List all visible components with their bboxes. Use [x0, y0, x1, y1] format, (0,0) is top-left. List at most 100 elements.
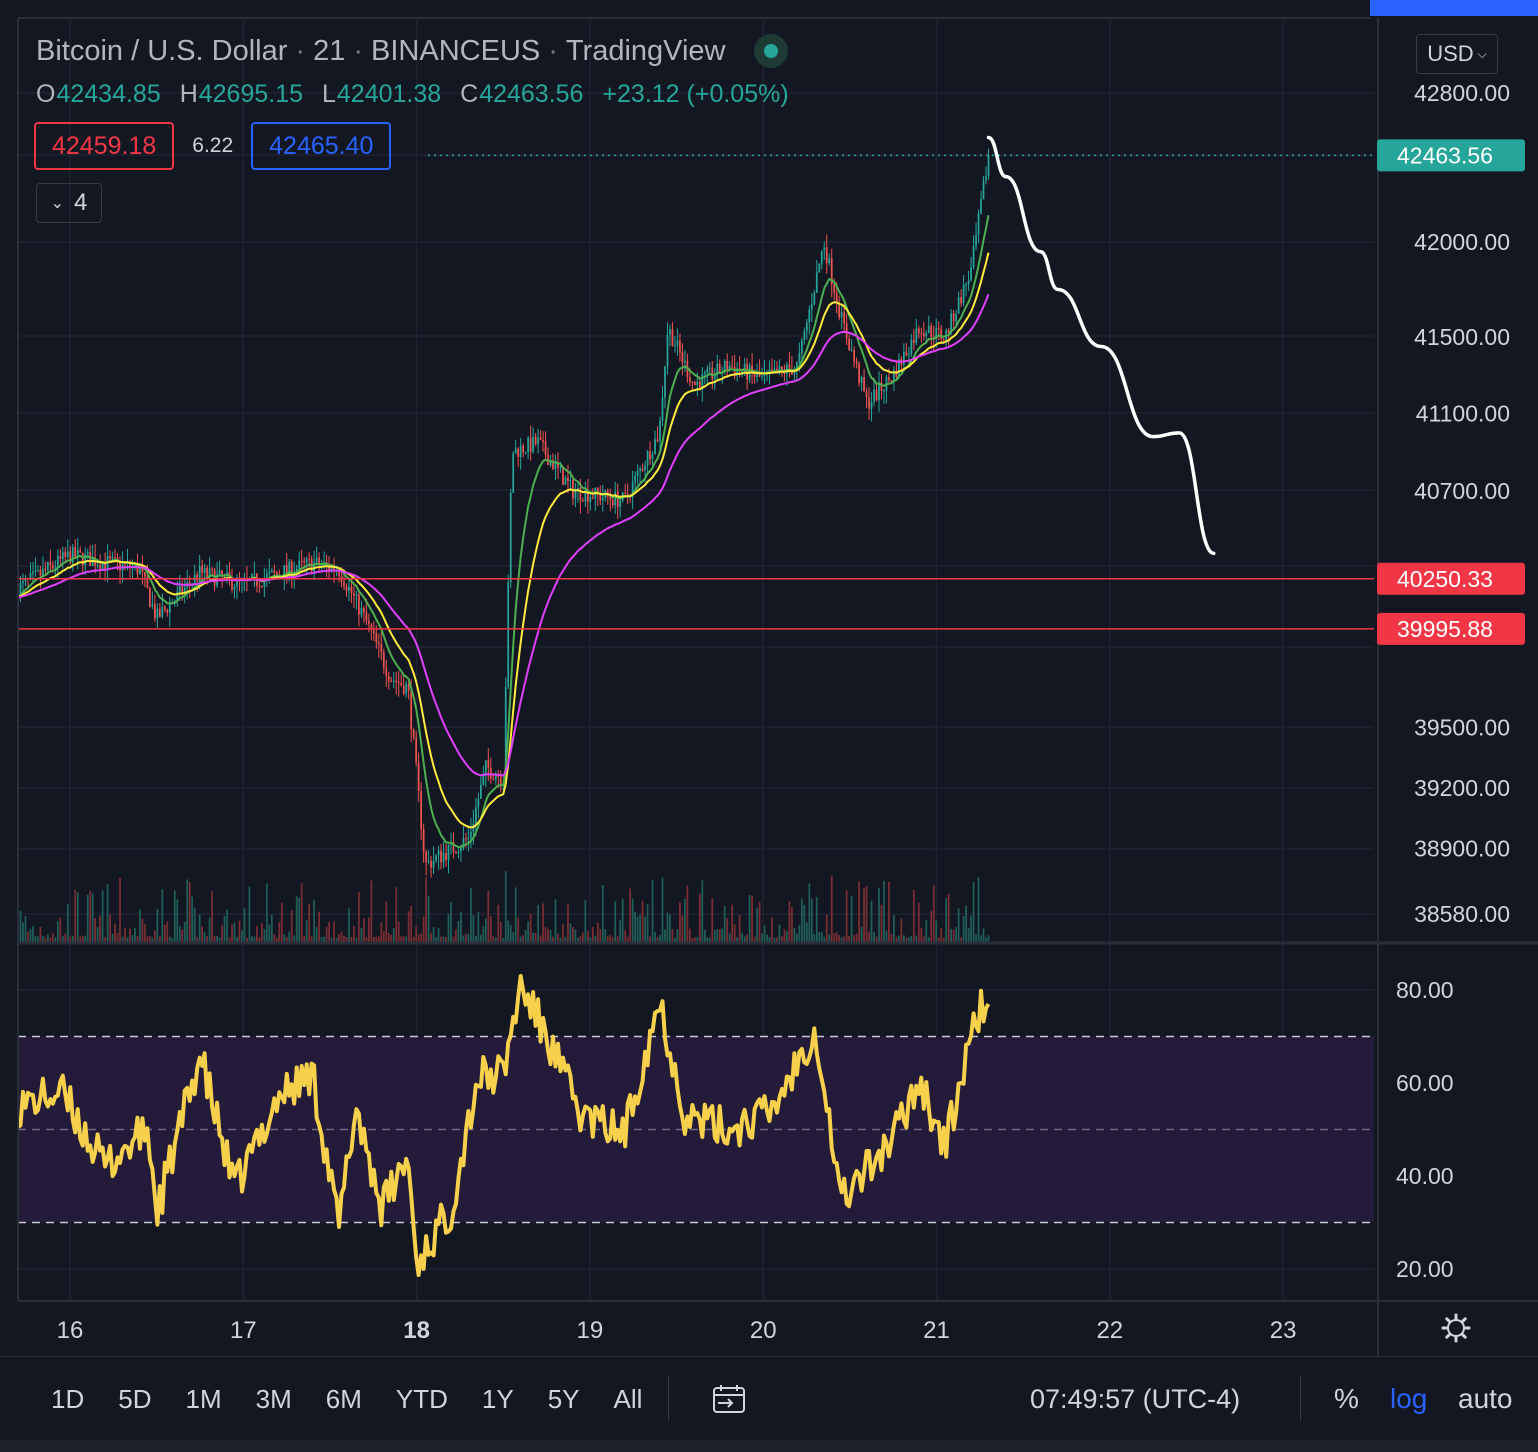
volume-bar	[298, 897, 301, 942]
candle-body	[639, 468, 641, 472]
candle-body	[89, 552, 92, 567]
volume-bar	[860, 926, 863, 942]
buy-button[interactable]: 42465.40	[251, 122, 392, 170]
symbol-title[interactable]: Bitcoin / U.S. Dollar · 21 · BINANCEUS ·…	[36, 34, 801, 68]
separator-dot: ·	[295, 34, 306, 67]
settings-gear-icon[interactable]	[1440, 1312, 1472, 1344]
time-axis-label: 18	[403, 1317, 430, 1344]
volume-bar	[659, 935, 661, 942]
volume-bar	[743, 936, 746, 942]
candle-body	[51, 564, 54, 568]
moving-average-line	[17, 252, 990, 829]
chart-canvas[interactable]: 42800.00 42000.00 41500.00 41100.00 40700.00…	[0, 0, 1538, 1452]
range-1m-button[interactable]: 1M	[186, 1384, 222, 1415]
candle-body	[624, 492, 627, 494]
volume-bar	[696, 937, 699, 942]
candle-body	[350, 586, 353, 594]
candle-body	[823, 247, 826, 251]
currency-select[interactable]: USD ⌵	[1416, 34, 1498, 74]
moving-average-line	[17, 215, 990, 849]
volume-bar	[746, 934, 748, 942]
candle-body	[161, 606, 164, 617]
go-to-date-icon[interactable]	[712, 1384, 746, 1414]
candle-body	[524, 452, 527, 454]
chart-legend: Bitcoin / U.S. Dollar · 21 · BINANCEUS ·…	[36, 34, 801, 109]
volume-bar	[681, 915, 684, 942]
volume-bar	[529, 913, 532, 942]
volume-bar	[330, 937, 333, 942]
range-all-button[interactable]: All	[614, 1384, 643, 1415]
volume-bar	[689, 928, 691, 942]
price-tags: 42463.56 40250.33 39995.88	[1377, 139, 1525, 645]
volume-bar	[935, 920, 938, 942]
volume-bar	[61, 936, 64, 942]
candle-body	[343, 581, 345, 587]
volume-bar	[903, 935, 905, 942]
volume-bar	[236, 936, 238, 942]
log-scale-button[interactable]: log	[1390, 1383, 1427, 1415]
range-3m-button[interactable]: 3M	[256, 1384, 292, 1415]
candle-body	[196, 574, 199, 582]
volume-bar	[910, 935, 913, 942]
volume-bar	[176, 899, 179, 942]
candle-body	[360, 608, 363, 615]
volume-bar	[59, 917, 62, 942]
volume-bar	[328, 921, 330, 942]
volume-bar	[49, 937, 52, 942]
volume-bar	[808, 883, 811, 942]
candle-body	[905, 351, 908, 356]
candle-body	[562, 466, 564, 485]
percent-scale-button[interactable]: %	[1334, 1383, 1359, 1415]
volume-bar	[375, 936, 378, 942]
indicators-toggle-button[interactable]: ⌄ 4	[36, 183, 102, 223]
volume-bar	[335, 937, 338, 942]
volume-bar	[39, 926, 42, 942]
volume-bar	[726, 918, 729, 942]
volume-bar	[723, 905, 726, 942]
volume-bar	[888, 881, 890, 942]
volume-bar	[800, 898, 803, 942]
sell-button[interactable]: 42459.18	[34, 122, 175, 170]
clock[interactable]: 07:49:57 (UTC-4)	[1030, 1384, 1240, 1415]
range-1d-button[interactable]: 1D	[51, 1384, 84, 1415]
range-5y-button[interactable]: 5Y	[548, 1384, 580, 1415]
candle-body	[61, 552, 64, 560]
volume-bar	[701, 880, 704, 942]
volume-bar	[452, 936, 455, 942]
candle-body	[99, 564, 101, 570]
volume-bar	[796, 933, 798, 942]
volume-bar	[188, 882, 191, 942]
volume-bar	[146, 936, 149, 942]
volume-bar	[19, 910, 22, 942]
volume-bar	[320, 937, 323, 942]
volume-bar	[390, 934, 393, 942]
volume-bar	[313, 899, 316, 942]
volume-bar	[671, 929, 674, 942]
candle-body	[860, 377, 863, 383]
volume-bar	[487, 890, 490, 942]
range-1y-button[interactable]: 1Y	[482, 1384, 514, 1415]
volume-bar	[848, 935, 851, 942]
volume-bar	[186, 879, 189, 942]
volume-bar	[355, 937, 358, 942]
volume-bar	[305, 920, 308, 942]
volume-bar	[579, 935, 582, 942]
range-6m-button[interactable]: 6M	[326, 1384, 362, 1415]
candle-body	[674, 345, 676, 347]
range-ytd-button[interactable]: YTD	[396, 1384, 448, 1415]
volume-bar	[776, 937, 778, 942]
range-5d-button[interactable]: 5D	[118, 1384, 151, 1415]
candle-body	[37, 569, 39, 571]
volume-bar	[253, 936, 256, 942]
candle-body	[206, 567, 209, 577]
volume-bar	[460, 912, 462, 942]
candle-body	[163, 606, 166, 610]
candle-body	[348, 586, 350, 591]
volume-bar	[206, 936, 209, 942]
candles	[17, 148, 990, 878]
volume-bar	[422, 916, 425, 942]
auto-scale-button[interactable]: auto	[1458, 1383, 1513, 1415]
volume-bar	[858, 881, 860, 942]
candle-body	[253, 573, 256, 575]
volume-bar	[228, 937, 231, 942]
